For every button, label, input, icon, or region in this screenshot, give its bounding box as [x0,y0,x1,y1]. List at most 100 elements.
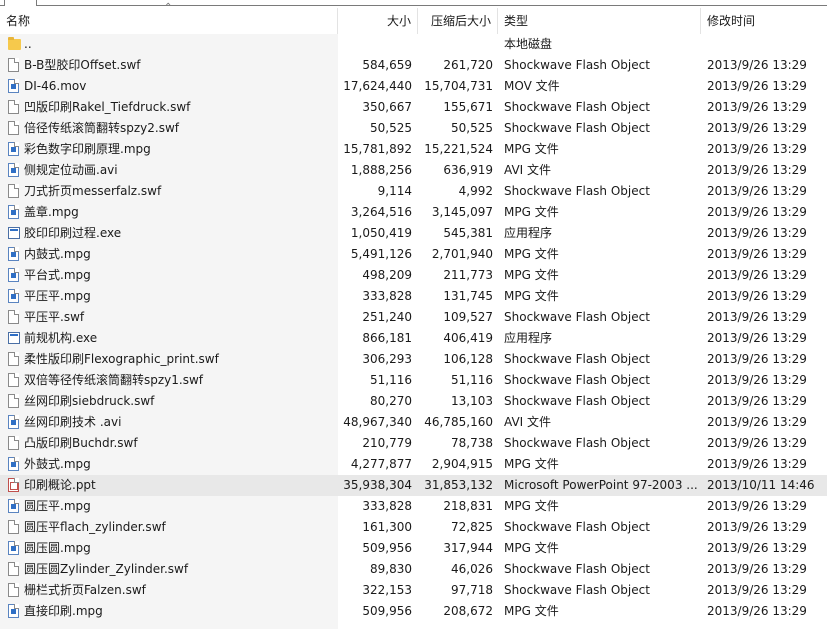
file-modified: 2013/9/26 13:29 [707,163,807,177]
file-compressed-size: 131,745 [443,289,493,303]
video-file-icon [8,79,19,93]
file-row[interactable]: 丝网印刷技术 .avi 48,967,340 46,785,160 AVI 文件 201… [0,412,827,433]
file-size: 210,779 [362,436,412,450]
file-compressed-size: 218,831 [443,499,493,513]
column-header-size[interactable]: 大小 [338,8,418,34]
file-size: 509,956 [362,604,412,618]
file-row[interactable]: .. 本地磁盘 [0,34,827,55]
column-header-name[interactable]: 名称 ⌃ [0,2,338,34]
file-row[interactable]: 平压平.mpg 333,828 131,745 MPG 文件 2013/9/26 13:… [0,286,827,307]
file-size: 50,525 [370,121,412,135]
file-type: 应用程序 [504,226,553,240]
file-modified: 2013/9/26 13:29 [707,562,807,576]
file-row[interactable]: 平台式.mpg 498,209 211,773 MPG 文件 2013/9/26 13:… [0,265,827,286]
column-header: 名称 ⌃ 大小 压缩后大小 类型 修改时间 [0,2,827,34]
file-row[interactable]: DI-46.mov 17,624,440 15,704,731 MOV 文件 2013/… [0,76,827,97]
file-modified: 2013/9/26 13:29 [707,58,807,72]
file-modified: 2013/9/26 13:29 [707,121,807,135]
file-type: 本地磁盘 [504,37,553,51]
file-row[interactable]: 平压平.swf 251,240 109,527 Shockwave Flash Obj… [0,307,827,328]
file-size: 350,667 [362,100,412,114]
file-row[interactable]: 双倍等径传纸滚筒翻转spzy1.swf 51,116 51,116 Shockwave… [0,370,827,391]
file-name: 丝网印刷技术 .avi [24,415,122,429]
file-compressed-size: 50,525 [451,121,493,135]
video-file-icon [8,268,19,282]
file-size: 322,153 [362,583,412,597]
file-icon [8,562,19,576]
file-icon [8,352,19,366]
file-compressed-size: 15,704,731 [424,79,493,93]
video-file-icon [8,604,19,618]
file-size: 866,181 [362,331,412,345]
file-type: Shockwave Flash Object [504,184,650,198]
file-row[interactable]: 圆压圆.mpg 509,956 317,944 MPG 文件 2013/9/26 13:… [0,538,827,559]
file-modified: 2013/9/26 13:29 [707,205,807,219]
file-row[interactable]: 凸版印刷Buchdr.swf 210,779 78,738 Shockwave Fla… [0,433,827,454]
file-row[interactable]: 胶印印刷过程.exe 1,050,419 545,381 应用程序 2013/9/26 … [0,223,827,244]
file-row[interactable]: 前规机构.exe 866,181 406,419 应用程序 2013/9/26 13:2… [0,328,827,349]
file-compressed-size: 31,853,132 [424,478,493,492]
file-row[interactable]: 丝网印刷siebdruck.swf 80,270 13,103 Shockwave F… [0,391,827,412]
file-compressed-size: 97,718 [451,583,493,597]
column-header-modified[interactable]: 修改时间 [701,8,827,34]
file-name: 柔性版印刷Flexographic_print.swf [24,352,219,366]
file-name: 双倍等径传纸滚筒翻转spzy1.swf [24,373,204,387]
file-size: 1,888,256 [350,163,412,177]
file-row[interactable]: 盖章.mpg 3,264,516 3,145,097 MPG 文件 2013/9/26 … [0,202,827,223]
file-row[interactable]: 印刷概论.ppt 35,938,304 31,853,132 Microsoft Po… [0,475,827,496]
file-name: 凹版印刷Rakel_Tiefdruck.swf [24,100,191,114]
video-file-icon [8,415,19,429]
sort-ascending-icon: ⌃ [164,2,173,13]
column-header-name-label: 名称 [6,14,31,28]
file-name: 刀式折页messerfalz.swf [24,184,162,198]
file-size: 306,293 [362,352,412,366]
file-compressed-size: 51,116 [451,373,493,387]
file-row[interactable]: 栅栏式折页Falzen.swf 322,153 97,718 Shockwave Fl… [0,580,827,601]
file-row[interactable]: 柔性版印刷Flexographic_print.swf 306,293 106,12… [0,349,827,370]
file-modified: 2013/9/26 13:29 [707,583,807,597]
file-modified: 2013/9/26 13:29 [707,331,807,345]
file-size: 251,240 [362,310,412,324]
file-modified: 2013/9/26 13:29 [707,604,807,618]
file-size: 5,491,126 [350,247,412,261]
file-type: AVI 文件 [504,415,552,429]
file-name: 内鼓式.mpg [24,247,91,261]
file-modified: 2013/10/11 14:46 [707,478,815,492]
file-size: 333,828 [362,289,412,303]
file-size: 4,277,877 [350,457,412,471]
file-row[interactable]: 侧规定位动画.avi 1,888,256 636,919 AVI 文件 2013/9/2… [0,160,827,181]
column-header-type[interactable]: 类型 [498,8,701,34]
file-list: .. 本地磁盘 B-B型胶印Offset.swf 584,659 261,720 Shoc… [0,34,827,622]
file-row[interactable]: 圆压圆Zylinder_Zylinder.swf 89,830 46,026 Shoc… [0,559,827,580]
file-type: MPG 文件 [504,457,559,471]
file-modified: 2013/9/26 13:29 [707,541,807,555]
file-compressed-size: 46,785,160 [424,415,493,429]
file-type: 应用程序 [504,331,553,345]
file-modified: 2013/9/26 13:29 [707,142,807,156]
file-size: 498,209 [362,268,412,282]
file-size: 333,828 [362,499,412,513]
file-row[interactable]: 倍径传纸滚筒翻转spzy2.swf 50,525 50,525 Shockwave F… [0,118,827,139]
file-name: 外鼓式.mpg [24,457,91,471]
file-modified: 2013/9/26 13:29 [707,520,807,534]
file-row[interactable]: 圆压平flach_zylinder.swf 161,300 72,825 Shockw… [0,517,827,538]
file-row[interactable]: 直接印刷.mpg 509,956 208,672 MPG 文件 2013/9/26 13… [0,601,827,622]
file-size: 17,624,440 [343,79,412,93]
exe-icon [8,332,20,344]
file-modified: 2013/9/26 13:29 [707,79,807,93]
file-row[interactable]: 外鼓式.mpg 4,277,877 2,904,915 MPG 文件 2013/9/26… [0,454,827,475]
file-name: 圆压圆Zylinder_Zylinder.swf [24,562,189,576]
file-name: 直接印刷.mpg [24,604,103,618]
address-bar-edge[interactable] [36,0,827,6]
file-row[interactable]: 刀式折页messerfalz.swf 9,114 4,992 Shockwave Fl… [0,181,827,202]
file-row[interactable]: B-B型胶印Offset.swf 584,659 261,720 Shockwave … [0,55,827,76]
file-name: 印刷概论.ppt [24,478,96,492]
file-row[interactable]: 凹版印刷Rakel_Tiefdruck.swf 350,667 155,671 Sho… [0,97,827,118]
file-compressed-size [412,34,493,55]
file-row[interactable]: 内鼓式.mpg 5,491,126 2,701,940 MPG 文件 2013/9/26… [0,244,827,265]
column-header-compressed[interactable]: 压缩后大小 [418,8,498,34]
file-modified: 2013/9/26 13:29 [707,394,807,408]
file-modified: 2013/9/26 13:29 [707,184,807,198]
file-row[interactable]: 彩色数字印刷原理.mpg 15,781,892 15,221,524 MPG 文件 20… [0,139,827,160]
file-row[interactable]: 圆压平.mpg 333,828 218,831 MPG 文件 2013/9/26 13:… [0,496,827,517]
